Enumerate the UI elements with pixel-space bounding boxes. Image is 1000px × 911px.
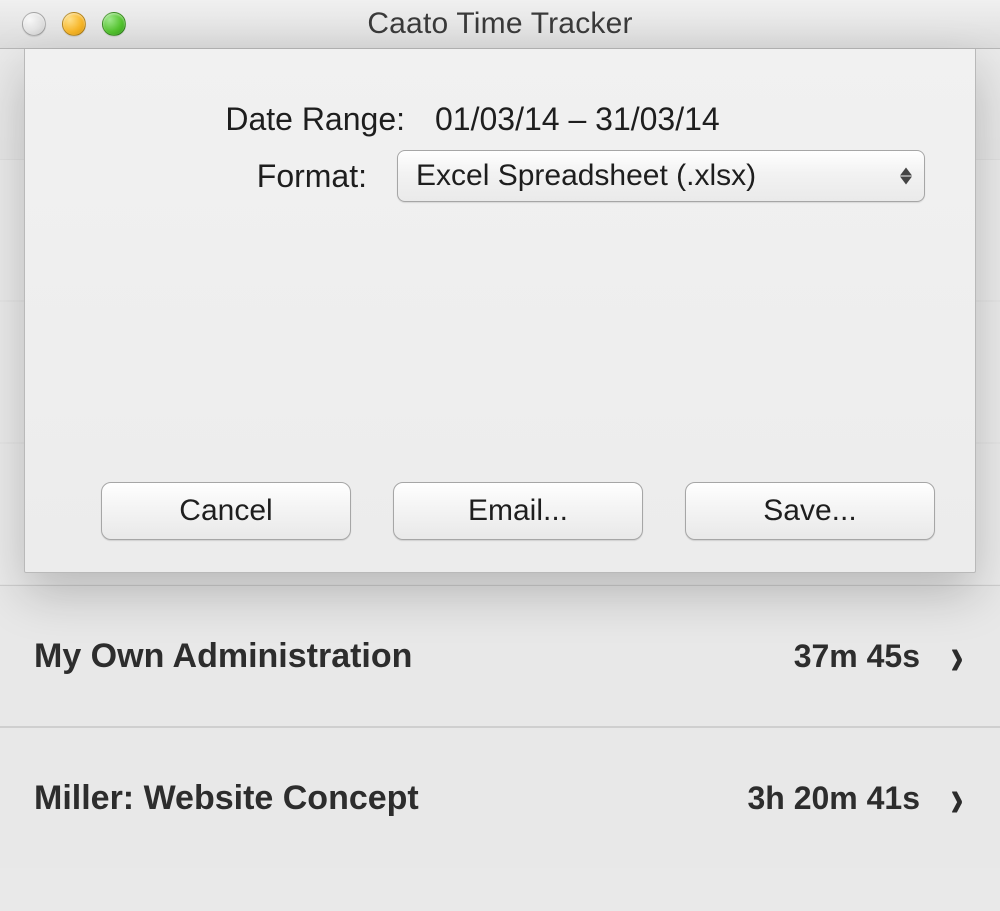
chevron-right-icon: ›	[950, 629, 963, 683]
format-select-value: Excel Spreadsheet (.xlsx)	[416, 159, 756, 193]
sheet-button-row: Cancel Email... Save...	[101, 482, 935, 540]
cancel-button-label: Cancel	[179, 494, 272, 528]
list-item[interactable]: My Own Administration 37m 45s ›	[0, 586, 1000, 728]
traffic-lights	[22, 12, 126, 36]
format-select[interactable]: Excel Spreadsheet (.xlsx)	[397, 150, 925, 202]
project-time: 3h 20m 41s	[747, 780, 920, 817]
cancel-button[interactable]: Cancel	[101, 482, 351, 540]
date-range-label: Date Range:	[75, 101, 435, 138]
window-title: Caato Time Tracker	[0, 7, 1000, 41]
email-button-label: Email...	[468, 494, 568, 528]
project-time: 37m 45s	[794, 638, 920, 675]
list-item[interactable]: Miller: Website Concept 3h 20m 41s ›	[0, 728, 1000, 868]
zoom-window-button[interactable]	[102, 12, 126, 36]
chevron-right-icon: ›	[950, 771, 963, 825]
updown-arrows-icon	[900, 168, 912, 185]
save-button-label: Save...	[763, 494, 856, 528]
format-label: Format:	[75, 158, 397, 195]
date-range-value: 01/03/14 – 31/03/14	[435, 101, 720, 138]
project-name: Miller: Website Concept	[34, 779, 419, 818]
email-button[interactable]: Email...	[393, 482, 643, 540]
window-titlebar: Caato Time Tracker	[0, 0, 1000, 49]
project-name: My Own Administration	[34, 637, 412, 676]
minimize-window-button[interactable]	[62, 12, 86, 36]
export-sheet: Date Range: 01/03/14 – 31/03/14 Format: …	[24, 49, 976, 573]
save-button[interactable]: Save...	[685, 482, 935, 540]
close-window-button[interactable]	[22, 12, 46, 36]
